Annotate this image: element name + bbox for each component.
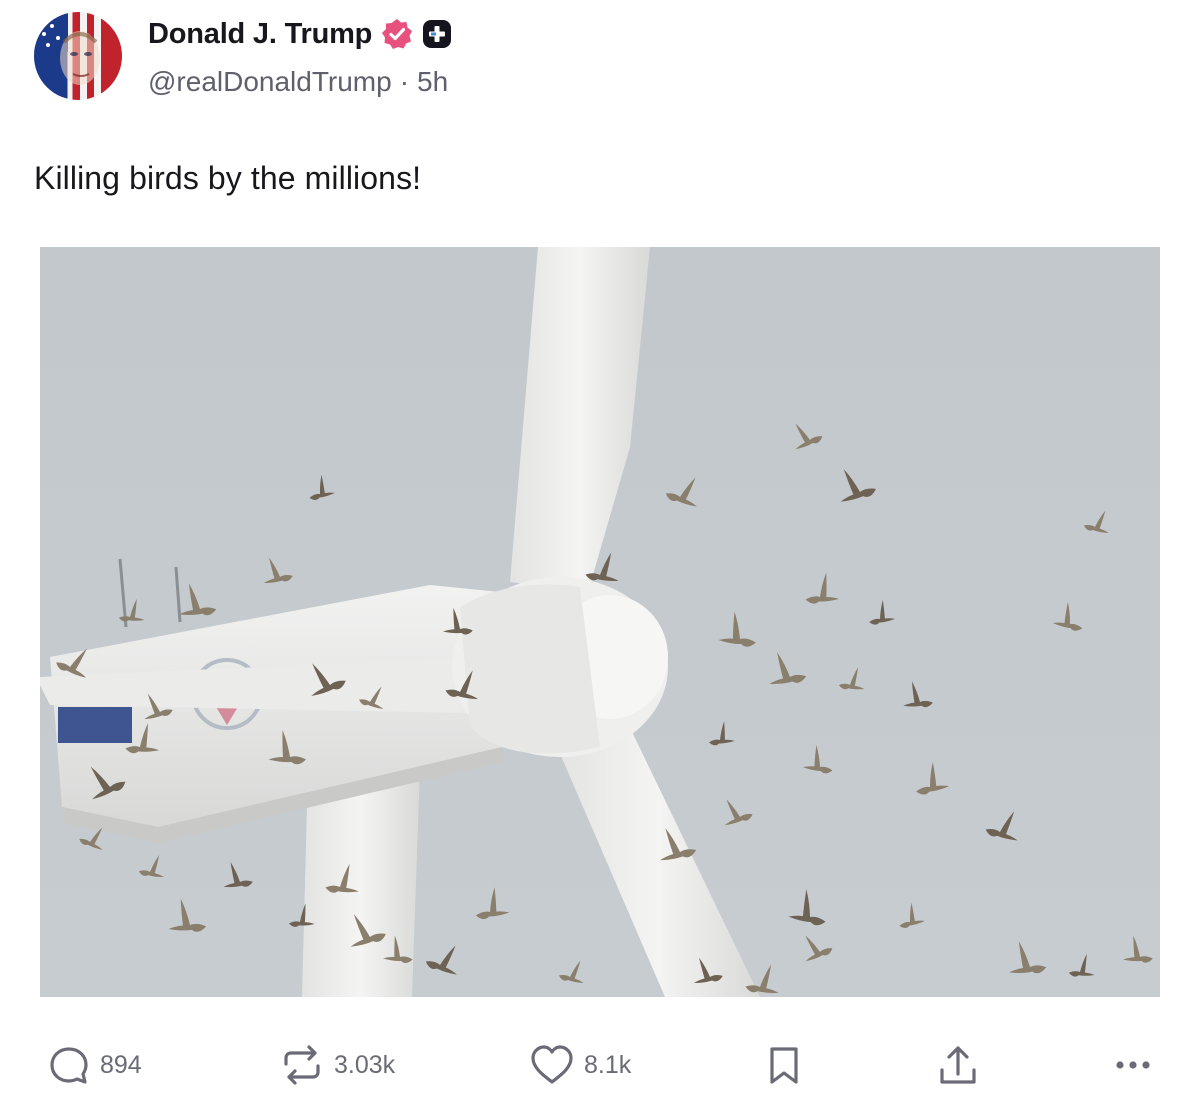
post-text: Killing birds by the millions! [34, 160, 422, 196]
more-button[interactable] [1112, 1044, 1154, 1086]
post-media[interactable] [40, 247, 1160, 997]
post-header: Donald J. Trump @realDonaldTrump · 5h [34, 12, 452, 100]
repost-count: 3.03k [334, 1050, 396, 1079]
handle[interactable]: @realDonaldTrump [148, 66, 392, 98]
name-row: Donald J. Trump [148, 14, 452, 54]
heart-icon [531, 1045, 573, 1084]
more-icon [1116, 1061, 1150, 1069]
like-button[interactable]: 8.1k [530, 1044, 631, 1086]
handle-row: @realDonaldTrump · 5h [148, 66, 452, 98]
repost-button[interactable]: 3.03k [280, 1044, 395, 1086]
timestamp[interactable]: 5h [417, 66, 448, 98]
separator: · [399, 66, 410, 97]
bookmark-icon [770, 1047, 798, 1084]
verified-icon [382, 19, 413, 49]
reply-count: 894 [100, 1050, 142, 1079]
reply-button[interactable]: 894 [48, 1044, 142, 1086]
author-block: Donald J. Trump @realDonaldTrump · 5h [148, 14, 452, 98]
share-icon [940, 1046, 976, 1084]
reply-icon [50, 1047, 88, 1084]
like-count: 8.1k [584, 1050, 632, 1079]
wind-turbine-photo [40, 247, 1160, 997]
flag-portrait-avatar [34, 12, 100, 85]
share-button[interactable] [936, 1044, 980, 1088]
plus-badge-icon [423, 20, 452, 48]
action-bar: 894 3.03k 8.1k [0, 1030, 1200, 1102]
repost-icon [284, 1045, 320, 1085]
avatar[interactable] [34, 12, 122, 100]
bookmark-button[interactable] [764, 1044, 804, 1086]
display-name[interactable]: Donald J. Trump [148, 18, 372, 51]
